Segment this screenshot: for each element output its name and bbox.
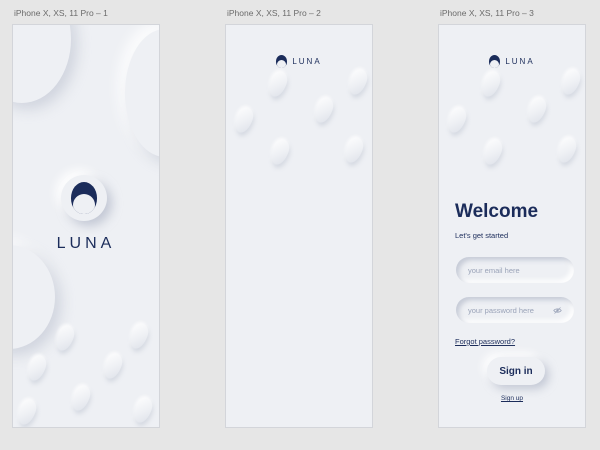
page-title: Welcome <box>455 201 539 222</box>
logo-badge <box>61 175 107 221</box>
moon-icon <box>489 55 501 68</box>
sign-up-link[interactable]: Sign up <box>439 395 585 402</box>
droplet <box>312 95 336 125</box>
droplet <box>346 67 370 97</box>
password-field[interactable] <box>468 305 553 315</box>
droplet <box>481 137 505 167</box>
brand-header: LUNA <box>439 55 585 68</box>
decor-circle <box>13 25 71 103</box>
droplet <box>101 351 125 381</box>
artboard-splash: LUNA <box>12 24 160 428</box>
page-subtitle: Let's get started <box>455 231 509 240</box>
droplet <box>266 69 290 99</box>
droplet <box>131 395 155 425</box>
decor-circle <box>13 245 55 349</box>
forgot-password-link[interactable]: Forgot password? <box>455 337 515 346</box>
droplet <box>342 135 366 165</box>
droplet <box>127 321 151 351</box>
moon-icon <box>71 182 97 214</box>
droplet <box>15 397 39 427</box>
droplet <box>53 323 77 353</box>
sign-in-button[interactable]: Sign in <box>487 357 545 385</box>
droplet <box>525 95 549 125</box>
frame-label-3: iPhone X, XS, 11 Pro – 3 <box>440 8 534 18</box>
droplet <box>25 353 49 383</box>
eye-off-icon[interactable] <box>553 306 562 315</box>
password-field-wrapper <box>456 297 574 323</box>
droplet <box>268 137 292 167</box>
email-field-wrapper <box>456 257 574 283</box>
droplet <box>555 135 579 165</box>
logo-text: LUNA <box>56 235 116 252</box>
droplet <box>69 383 93 413</box>
droplet <box>232 105 256 135</box>
artboard-background: LUNA <box>225 24 373 428</box>
frame-label-2: iPhone X, XS, 11 Pro – 2 <box>227 8 321 18</box>
droplet <box>445 105 469 135</box>
decor-circle <box>125 29 159 157</box>
artboard-login: LUNA Welcome Let's get started Forgot pa… <box>438 24 586 428</box>
moon-icon <box>276 55 288 68</box>
email-field[interactable] <box>468 265 562 275</box>
droplet <box>479 69 503 99</box>
frame-label-1: iPhone X, XS, 11 Pro – 1 <box>14 8 108 18</box>
logo-text: LUNA <box>292 57 322 66</box>
logo-text: LUNA <box>505 57 535 66</box>
droplet <box>559 67 583 97</box>
brand-header: LUNA <box>226 55 372 68</box>
